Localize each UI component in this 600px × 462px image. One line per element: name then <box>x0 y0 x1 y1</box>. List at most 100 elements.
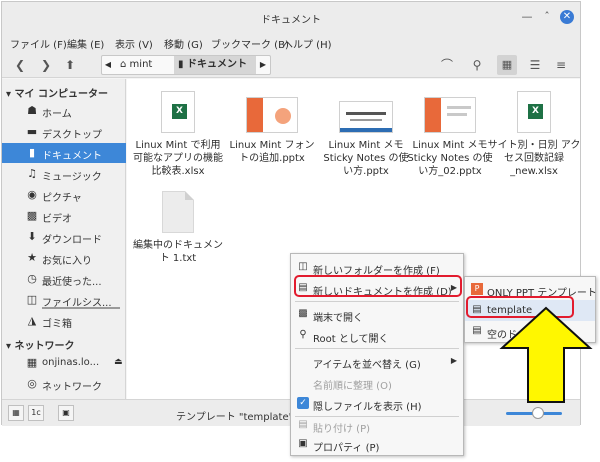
menu-item-paste: ▤ 貼り付け (P) <box>298 419 371 435</box>
menu-item-show-hidden[interactable]: ✓ 隠しファイルを表示 (H) <box>291 393 463 414</box>
sidebar-item-desktop[interactable]: ▬ デスクトップ <box>2 122 126 142</box>
star-icon: ★ <box>27 251 37 264</box>
sidebar-item-documents[interactable]: ▮ ドキュメント <box>2 143 126 163</box>
paste-icon: ▤ <box>298 419 308 430</box>
pptx-icon: P <box>471 283 483 295</box>
menu-item-properties[interactable]: ▣ プロパティ (P) <box>291 434 463 455</box>
home-icon: ☗ <box>27 104 37 117</box>
compact-view-icon[interactable]: ≡ <box>551 55 571 75</box>
clock-icon: ◷ <box>27 272 37 285</box>
crumb-documents-label: ドキュメント <box>187 59 247 70</box>
pptx-thumbnail <box>424 97 476 133</box>
xlsx-icon: X <box>517 91 551 133</box>
desktop-icon: ▬ <box>26 125 38 138</box>
filesystem-icon: ◫ <box>26 293 38 306</box>
forward-icon[interactable]: ❯ <box>36 55 56 75</box>
sidebar-item-downloads[interactable]: ⬇ ダウンロード <box>2 227 126 247</box>
file-name: 編集中のドキュメント 1.txt <box>133 240 223 264</box>
home-icon: ⌂ <box>120 59 127 70</box>
pptx-thumbnail <box>246 97 298 133</box>
terminal-icon: ▩ <box>298 308 308 319</box>
up-icon[interactable]: ⬆ <box>60 55 80 75</box>
crumb-documents[interactable]: ▮ ドキュメント <box>174 56 256 74</box>
window-title: ドキュメント <box>261 15 321 26</box>
minimize-icon[interactable]: — <box>520 10 534 24</box>
document-icon: ▮ <box>178 59 184 70</box>
key-icon: ⚲ <box>299 329 307 340</box>
sidebar-item-trash[interactable]: ◮ ゴミ箱 <box>2 311 126 331</box>
pointer-arrow <box>499 306 593 403</box>
menu-item-open-terminal[interactable]: ▩ 端末で開く <box>291 304 463 325</box>
music-icon: ♫ <box>27 167 37 180</box>
file-item[interactable]: Linux Mint フォントの追加.pptx <box>225 91 319 165</box>
crumb-left-icon[interactable]: ◀ <box>102 56 114 74</box>
file-name: Linux Mint メモ Sticky Notes の使い方.pptx <box>323 140 409 177</box>
menu-view[interactable]: 表示 (V) <box>115 36 153 51</box>
trash-icon: ◮ <box>27 314 37 327</box>
file-item[interactable]: Linux Mint メモ Sticky Notes の使い方_02.pptx <box>403 91 497 178</box>
icon-view-icon[interactable]: ▦ <box>497 55 517 75</box>
file-item[interactable]: Linux Mint メモ Sticky Notes の使い方.pptx <box>319 91 413 178</box>
menu-file[interactable]: ファイル (F) <box>10 36 67 51</box>
sidebar-header-network[interactable]: ▾ ネットワーク <box>6 337 75 352</box>
menu-go[interactable]: 移動 (G) <box>164 36 203 51</box>
list-view-icon[interactable]: ☰ <box>525 55 545 75</box>
menu-separator <box>295 348 459 349</box>
disk-usage-bar <box>42 307 120 309</box>
file-name: Linux Mint で利用可能なアプリの機能比較表.xlsx <box>133 140 223 177</box>
sidebar-item-home[interactable]: ☗ ホーム <box>2 101 126 121</box>
submenu-arrow-icon: ▶ <box>450 356 457 365</box>
breadcrumb: ◀ ⌂ mint ▮ ドキュメント ▶ <box>101 55 271 75</box>
sidebar-item-network[interactable]: ◎ ネットワーク <box>2 374 126 394</box>
toolbar: ❮ ❯ ⬆ ◀ ⌂ mint ▮ ドキュメント ▶ ⌒ ⚲ ▦ ☰ ≡ <box>2 52 580 78</box>
menu-item-arrange-by-name: 名前順に整理 (O) <box>313 381 392 392</box>
search-icon[interactable]: ⚲ <box>467 55 487 75</box>
file-item[interactable]: 編集中のドキュメント 1.txt <box>131 191 225 265</box>
text-file-icon: ▤ <box>472 325 482 336</box>
xlsx-icon: X <box>161 91 195 133</box>
camera-icon: ◉ <box>27 188 37 201</box>
sidebar-item-pictures[interactable]: ◉ ピクチャ <box>2 185 126 205</box>
back-icon[interactable]: ❮ <box>10 55 30 75</box>
toggle-sidebar-icon[interactable]: ▦ <box>8 405 24 421</box>
sidebar-item-recent[interactable]: ◷ 最近使った... <box>2 269 126 289</box>
film-icon: ▩ <box>26 209 38 222</box>
properties-icon: ▣ <box>298 438 308 449</box>
share-icon: ▦ <box>26 356 38 369</box>
sidebar-header-computer[interactable]: ▾ マイ コンピューター <box>6 85 108 100</box>
crumb-mint-label: mint <box>129 59 153 70</box>
menu-separator <box>295 301 459 302</box>
sidebar-item-music[interactable]: ♫ ミュージック <box>2 164 126 184</box>
close-icon[interactable]: ✕ <box>560 10 574 24</box>
treeview-icon[interactable]: 1c <box>28 405 44 421</box>
title-bar: ドキュメント — ˆ ✕ <box>2 2 580 32</box>
toggle-location-icon[interactable]: ⌒ <box>438 55 456 75</box>
file-item[interactable]: X Linux Mint で利用可能なアプリの機能比較表.xlsx <box>131 91 225 178</box>
menu-item-open-as-root[interactable]: ⚲ Root として開く <box>291 325 463 346</box>
new-folder-icon: ◫ <box>298 261 308 272</box>
hide-sidebar-icon[interactable]: ▣ <box>58 405 74 421</box>
sidebar-item-videos[interactable]: ▩ ビデオ <box>2 206 126 226</box>
crumb-right-icon[interactable]: ▶ <box>257 56 269 74</box>
menu-bar: ファイル (F) 編集 (E) 表示 (V) 移動 (G) ブックマーク (B)… <box>2 32 580 52</box>
menu-item-sort[interactable]: アイテムを並べ替え (G) ▶ <box>291 351 463 372</box>
menu-bookmarks[interactable]: ブックマーク (B) <box>211 36 289 51</box>
zoom-slider-handle[interactable] <box>532 407 544 419</box>
crumb-mint[interactable]: ⌂ mint <box>116 56 172 74</box>
check-icon: ✓ <box>297 397 309 409</box>
sidebar-item-favorites[interactable]: ★ お気に入り <box>2 248 126 268</box>
eject-icon[interactable]: ⏏ <box>114 357 123 367</box>
sidebar-item-nas[interactable]: ▦ onjinas.lo... ⏏ <box>2 353 126 373</box>
menu-help[interactable]: ヘルプ (H) <box>283 36 332 51</box>
pptx-thumbnail <box>339 101 393 133</box>
maximize-icon[interactable]: ˆ <box>540 10 554 24</box>
file-item[interactable]: X サイト別・日別 アクセス回数記録_new.xlsx <box>487 91 581 178</box>
network-icon: ◎ <box>27 377 37 390</box>
menu-edit[interactable]: 編集 (E) <box>67 36 104 51</box>
highlight-new-document <box>294 275 462 297</box>
text-file-icon <box>162 191 194 233</box>
file-name: Linux Mint メモ Sticky Notes の使い方_02.pptx <box>407 140 493 177</box>
sidebar: ▾ マイ コンピューター ☗ ホーム ▬ デスクトップ ▮ ドキュメント ♫ ミュージッ… <box>2 79 126 399</box>
sidebar-item-filesystem[interactable]: ◫ ファイルシス... <box>2 290 126 310</box>
download-icon: ⬇ <box>27 230 37 243</box>
